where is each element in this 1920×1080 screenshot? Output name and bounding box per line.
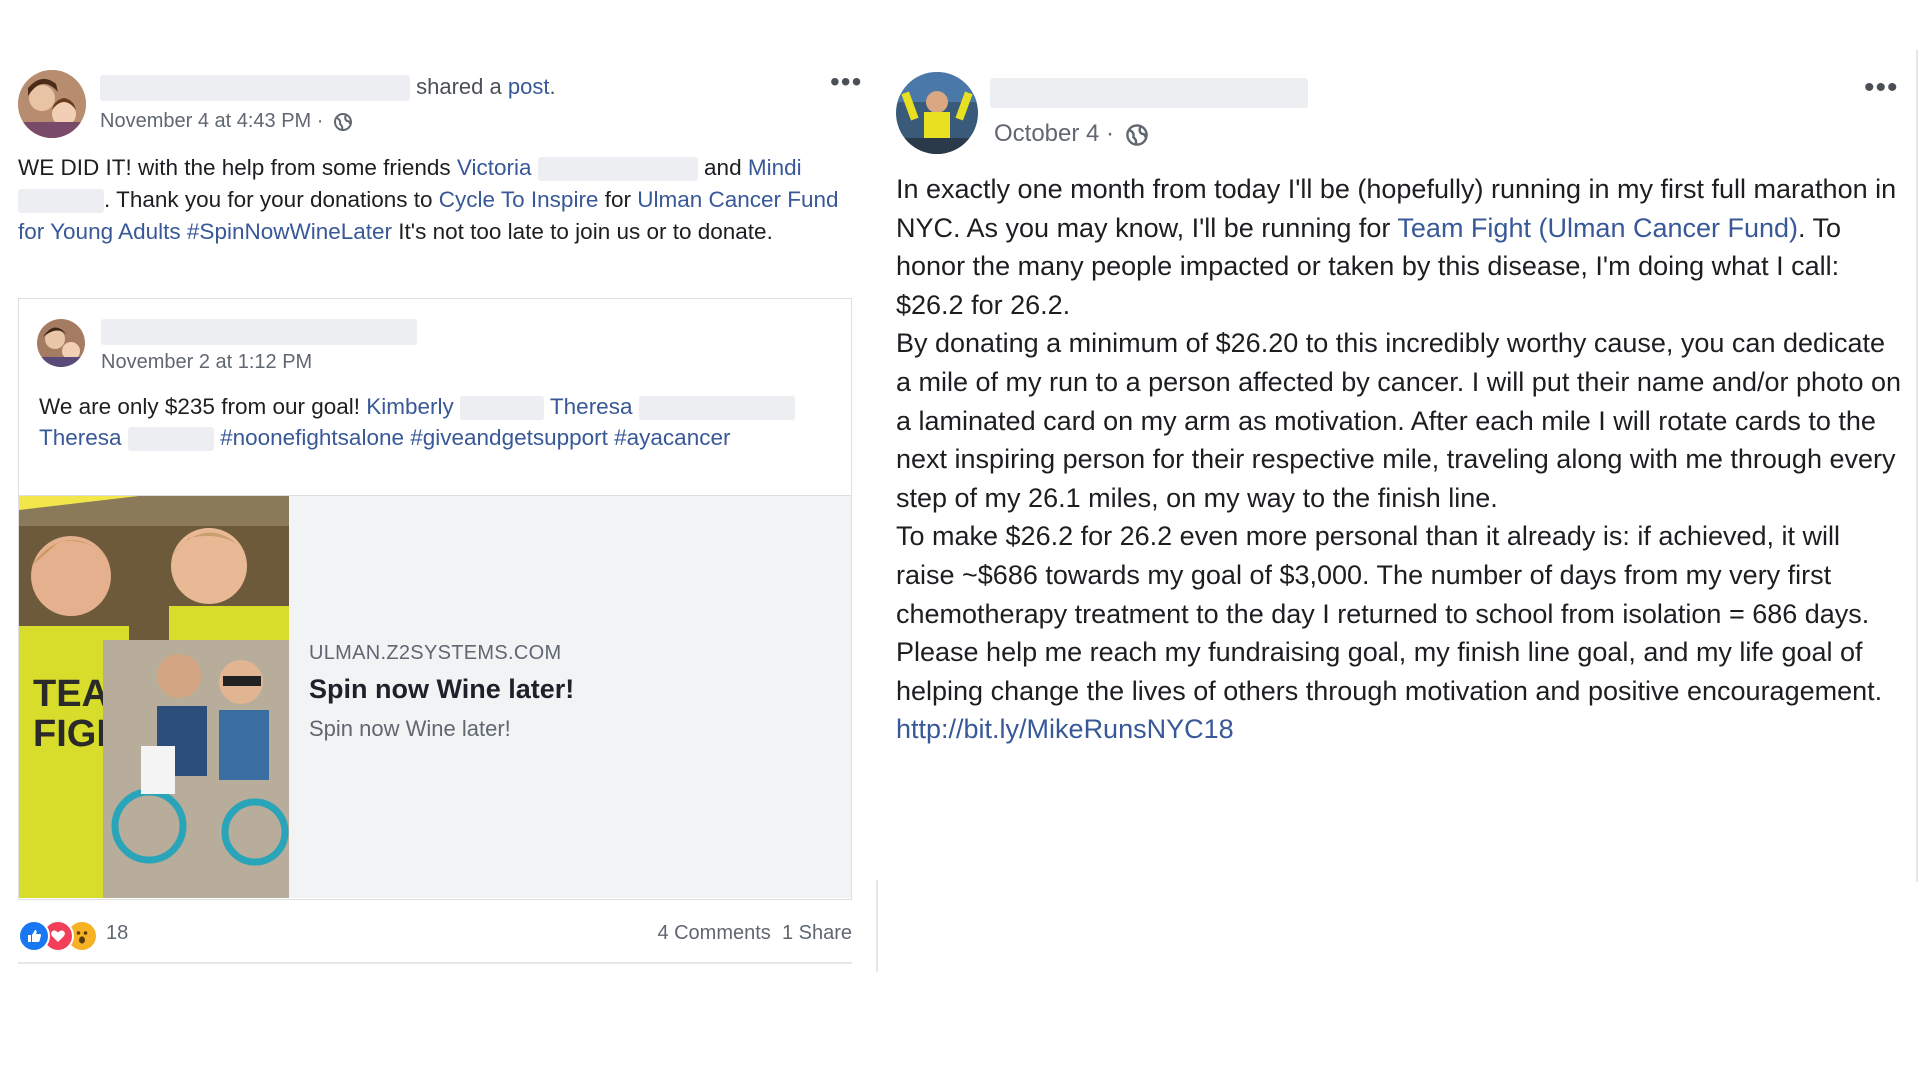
- author-avatar[interactable]: [18, 70, 86, 138]
- post-header: shared a post.: [100, 74, 556, 102]
- shared-hashtags[interactable]: #noonefightsalone #giveandgetsupport #ay…: [220, 425, 730, 450]
- reaction-count[interactable]: 18: [106, 922, 128, 945]
- post-body: WE DID IT! with the help from some frien…: [18, 155, 839, 244]
- comments-count[interactable]: 4 Comments: [657, 922, 770, 944]
- engagement-counts: 4 Comments 1 Share: [657, 922, 852, 945]
- left-post: shared a post. November 4 at 4:43 PM · •…: [0, 0, 880, 1080]
- cycle-to-inspire-link[interactable]: Cycle To Inspire: [439, 187, 599, 212]
- tag-surname-redacted: [638, 396, 795, 421]
- more-options-icon[interactable]: •••: [830, 68, 862, 96]
- shares-count[interactable]: 1 Share: [782, 922, 852, 944]
- post-footer: 18 4 Comments 1 Share: [18, 912, 852, 964]
- globe-icon: [333, 112, 352, 131]
- post-timestamp: October 4 ·: [994, 120, 1149, 148]
- timestamp-text[interactable]: October 4 ·: [994, 120, 1121, 147]
- tag-theresa[interactable]: Theresa: [550, 394, 633, 419]
- post-border: [1916, 50, 1918, 882]
- shared-timestamp[interactable]: November 2 at 1:12 PM: [101, 351, 312, 374]
- post-divider: [876, 880, 878, 972]
- paragraph-4: Please help me reach my fundraising goal…: [896, 637, 1883, 706]
- preview-description: Spin now Wine later!: [309, 716, 511, 741]
- shared-post-body: We are only $235 from our goal! Kimberly…: [39, 391, 839, 453]
- shared-post-link[interactable]: post: [508, 74, 550, 99]
- post-timestamp: November 4 at 4:43 PM ·: [100, 110, 353, 133]
- paragraph-1: In exactly one month from today I'll be …: [896, 174, 1897, 320]
- tag-kimberly[interactable]: Kimberly: [366, 394, 454, 419]
- paragraph-3: To make $26.2 for 26.2 even more persona…: [896, 521, 1870, 629]
- preview-domain: ULMAN.Z2SYSTEMS.COM: [309, 642, 562, 664]
- shared-action-text: shared a: [416, 74, 508, 99]
- post-body: In exactly one month from today I'll be …: [896, 170, 1906, 749]
- preview-image[interactable]: TEAM FIGHT: [19, 496, 289, 898]
- timestamp-text[interactable]: November 4 at 4:43 PM ·: [100, 110, 329, 132]
- preview-title[interactable]: Spin now Wine later!: [309, 674, 574, 705]
- shared-author-name-redacted[interactable]: [101, 319, 417, 345]
- author-avatar[interactable]: [896, 72, 978, 154]
- tag-surname-redacted: [460, 396, 545, 421]
- shared-author-name: [101, 319, 417, 345]
- author-name: [990, 78, 1308, 108]
- link-preview[interactable]: TEAM FIGHT ULMAN.Z2SYSTEMS.COM Spin now …: [19, 495, 851, 898]
- paragraph-2: By donating a minimum of $26.20 to this …: [896, 328, 1902, 513]
- shared-author-avatar[interactable]: [37, 319, 85, 367]
- team-fight-link[interactable]: Team Fight (Ulman Cancer Fund): [1397, 213, 1798, 243]
- shared-post-card[interactable]: November 2 at 1:12 PM We are only $235 f…: [18, 298, 852, 900]
- fundraiser-url-line: http://bit.ly/MikeRunsNYC18: [896, 710, 1906, 749]
- friend-surname-redacted: [537, 157, 698, 182]
- friend-surname-redacted: [18, 189, 104, 214]
- friend-link-mindi[interactable]: Mindi: [748, 155, 802, 180]
- tag-surname-redacted: [127, 427, 214, 452]
- like-reaction-icon: [18, 920, 50, 952]
- tag-theresa-2[interactable]: Theresa: [39, 425, 122, 450]
- globe-icon: [1125, 123, 1148, 146]
- right-post: October 4 · ••• In exactly one month fro…: [880, 0, 1920, 1080]
- friend-link-victoria[interactable]: Victoria: [457, 155, 532, 180]
- hashtag-spinnowwinelater[interactable]: #SpinNowWineLater: [187, 219, 392, 244]
- more-options-icon[interactable]: •••: [1864, 73, 1899, 103]
- fundraiser-url-link[interactable]: http://bit.ly/MikeRunsNYC18: [896, 714, 1234, 744]
- author-name-redacted[interactable]: [990, 78, 1308, 108]
- author-name-redacted[interactable]: [100, 75, 410, 102]
